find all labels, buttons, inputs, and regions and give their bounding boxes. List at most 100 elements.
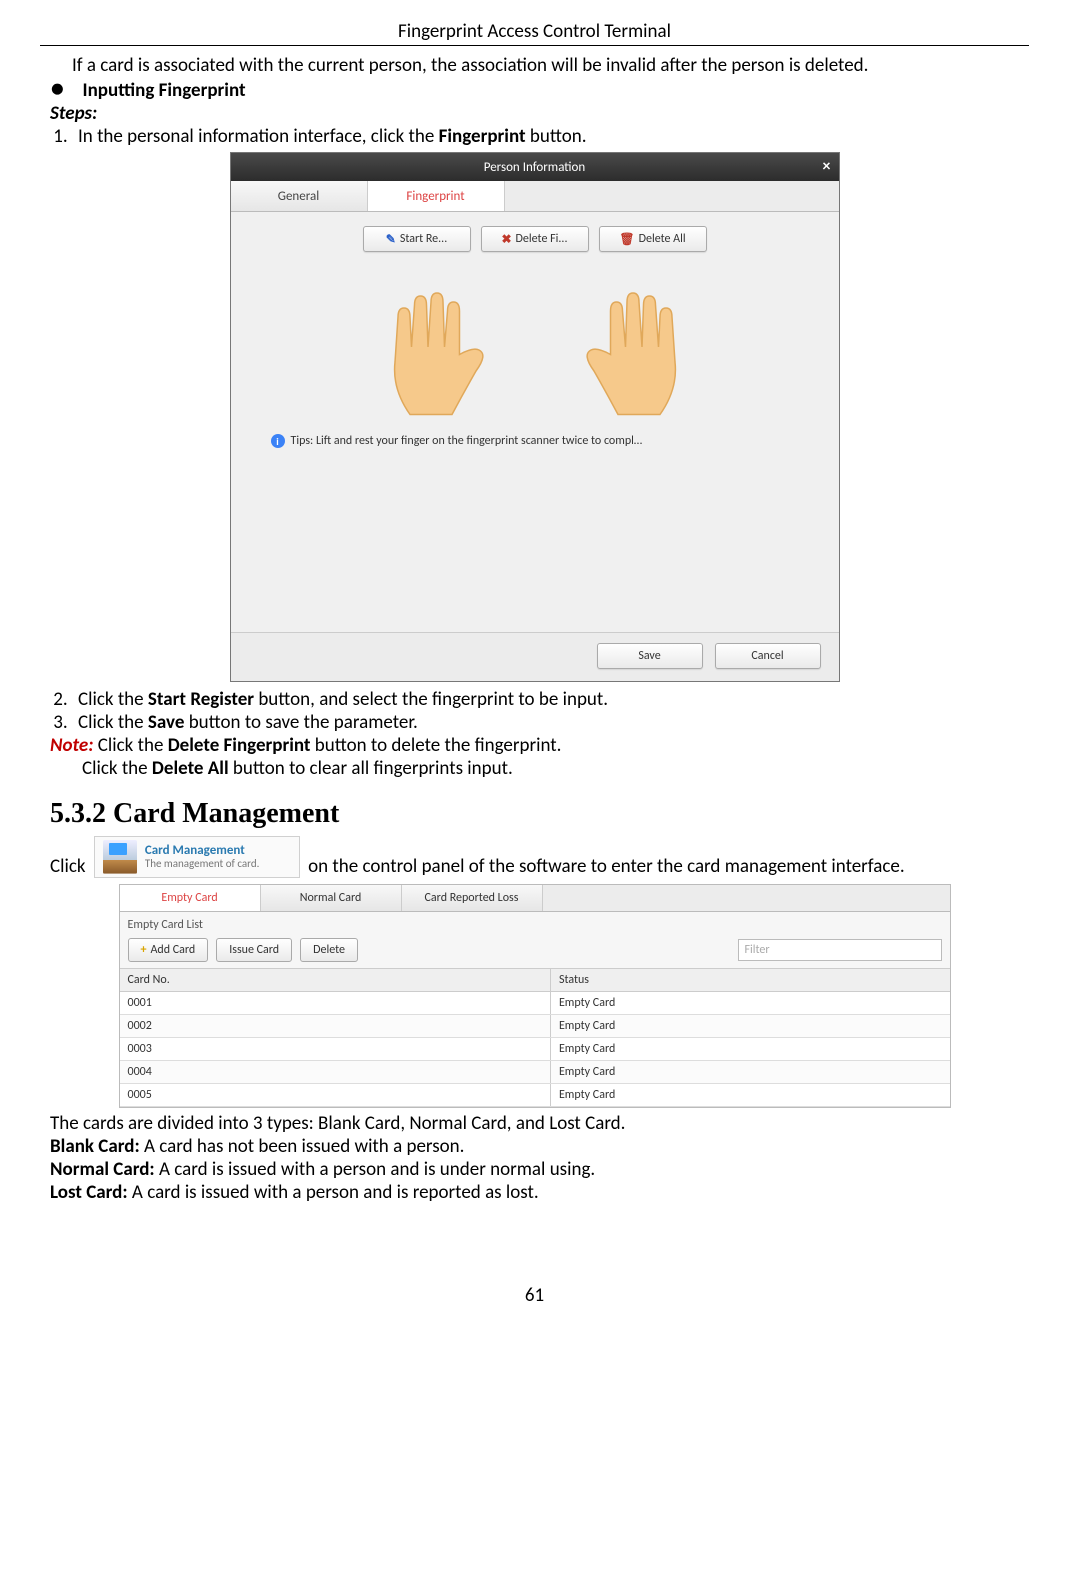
step3-post: button to save the parameter. [184,711,417,734]
step1-post: button. [526,125,587,148]
cell-status: Empty Card [551,1061,950,1083]
click-rest: on the control panel of the software to … [304,855,905,878]
add-card-label: Add Card [150,943,195,957]
step-3: Click the Save button to save the parame… [72,711,1029,734]
tab-normal-card[interactable]: Normal Card [261,885,402,911]
hands-illustration [231,262,839,430]
cell-status: Empty Card [551,1015,950,1037]
pencil-icon: ✎ [386,232,396,247]
delete-fingerprint-button[interactable]: ✖ Delete Fi... [481,226,589,252]
start-register-button[interactable]: ✎ Start Re... [363,226,471,252]
table-row[interactable]: 0001Empty Card [120,992,950,1015]
step2-post: button, and select the fingerprint to be… [254,688,608,711]
filter-input[interactable]: Filter [738,939,942,961]
cm-table-header: Card No. Status [120,969,950,992]
step2-pre: Click the [78,688,148,711]
normal-desc: A card is issued with a person and is un… [155,1158,596,1181]
cell-card-no: 0005 [120,1084,551,1106]
lost-label: Lost Card: [50,1181,128,1204]
save-button[interactable]: Save [597,643,703,669]
steps-label: Steps: [50,102,1029,125]
note-label: Note: [50,734,93,757]
lost-card-line: Lost Card: A card is issued with a perso… [50,1181,1029,1204]
tab-empty-card[interactable]: Empty Card [120,885,261,911]
card-management-panel: Empty Card Normal Card Card Reported Los… [119,884,951,1108]
blank-label: Blank Card: [50,1135,140,1158]
table-row[interactable]: 0002Empty Card [120,1015,950,1038]
tips-text: Tips: Lift and rest your finger on the f… [291,434,643,448]
dialog-tabs: General Fingerprint [231,181,839,212]
cm-section-label: Empty Card List [120,912,950,934]
cm-table-body: 0001Empty Card0002Empty Card0003Empty Ca… [120,992,950,1107]
step3-pre: Click the [78,711,148,734]
delete-fingerprint-label: Delete Fi... [516,232,568,246]
table-row[interactable]: 0004Empty Card [120,1061,950,1084]
step3-bold: Save [148,711,184,734]
right-hand-icon[interactable] [555,272,705,422]
cm-icon-subtitle: The management of card. [145,858,260,870]
note2-post: button to clear all fingerprints input. [229,757,513,780]
tab-card-reported-loss[interactable]: Card Reported Loss [402,885,543,911]
start-register-label: Start Re... [400,232,447,246]
normal-label: Normal Card: [50,1158,155,1181]
delete-card-button[interactable]: Delete [300,938,358,962]
cm-toolbar: + Add Card Issue Card Delete Filter [120,934,950,969]
close-icon[interactable]: × [823,157,831,176]
note-line-2: Click the Delete All button to clear all… [82,757,1029,780]
cm-icon-title: Card Management [145,844,260,858]
delete-all-button[interactable]: 🗑 Delete All [599,226,707,252]
click-line: Click Card Management The management of … [50,836,1029,878]
dialog-toolbar: ✎ Start Re... ✖ Delete Fi... 🗑 Delete Al… [231,212,839,262]
cell-status: Empty Card [551,1084,950,1106]
normal-card-line: Normal Card: A card is issued with a per… [50,1158,1029,1181]
person-information-dialog: Person Information × General Fingerprint… [230,152,840,682]
click-word: Click [50,855,90,878]
tips-row: i Tips: Lift and rest your finger on the… [231,430,839,452]
blank-card-line: Blank Card: A card has not been issued w… [50,1135,1029,1158]
cell-card-no: 0004 [120,1061,551,1083]
table-row[interactable]: 0003Empty Card [120,1038,950,1061]
step-2: Click the Start Register button, and sel… [72,688,1029,711]
cancel-button[interactable]: Cancel [715,643,821,669]
trash-icon: 🗑 [619,232,634,247]
cell-card-no: 0003 [120,1038,551,1060]
page-header: Fingerprint Access Control Terminal [40,20,1029,46]
note1-pre: Click the [93,734,167,757]
step2-bold: Start Register [148,688,254,711]
info-icon: i [271,434,285,448]
note-line-1: Note: Click the Delete Fingerprint butto… [50,734,1029,757]
step1-bold: Fingerprint [439,125,526,148]
blank-desc: A card has not been issued with a person… [140,1135,465,1158]
col-status[interactable]: Status [551,969,950,991]
bullet-inputting-fingerprint: ● Inputting Fingerprint [50,77,1029,102]
cm-tabs: Empty Card Normal Card Card Reported Los… [120,885,950,912]
step-1: In the personal information interface, c… [72,125,1029,148]
note2-bold: Delete All [152,757,229,780]
bullet-heading: Inputting Fingerprint [83,79,246,102]
note1-post: button to delete the fingerprint. [311,734,562,757]
intro-paragraph: If a card is associated with the current… [72,54,1029,77]
left-hand-icon[interactable] [365,272,515,422]
note2-pre: Click the [82,757,152,780]
cell-status: Empty Card [551,1038,950,1060]
cell-status: Empty Card [551,992,950,1014]
section-heading-card-management: 5.3.2 Card Management [50,798,1029,830]
delete-all-label: Delete All [639,232,686,246]
add-card-button[interactable]: + Add Card [128,938,209,962]
bullet-icon: ● [50,77,65,101]
issue-card-button[interactable]: Issue Card [216,938,292,962]
plus-icon: + [141,943,147,957]
note1-bold: Delete Fingerprint [168,734,311,757]
types-line: The cards are divided into 3 types: Blan… [50,1112,1029,1135]
table-row[interactable]: 0005Empty Card [120,1084,950,1107]
tab-fingerprint[interactable]: Fingerprint [368,181,505,211]
col-card-no[interactable]: Card No. [120,969,551,991]
page-number: 61 [40,1284,1029,1307]
card-box-icon [103,840,137,874]
cell-card-no: 0002 [120,1015,551,1037]
card-management-icon-button[interactable]: Card Management The management of card. [94,836,300,878]
lost-desc: A card is issued with a person and is re… [128,1181,539,1204]
step1-pre: In the personal information interface, c… [78,125,439,148]
tab-general[interactable]: General [231,181,368,211]
dialog-titlebar: Person Information × [231,153,839,181]
